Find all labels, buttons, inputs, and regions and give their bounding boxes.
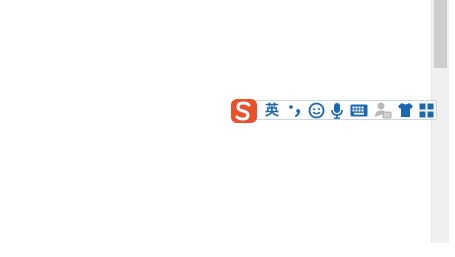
ime-toolbar: 英 — [230, 98, 437, 124]
scrollbar-thumb[interactable] — [434, 0, 447, 68]
keyboard-icon[interactable] — [348, 100, 370, 120]
skin-icon[interactable] — [395, 100, 415, 120]
user-account-icon[interactable] — [373, 100, 393, 120]
language-toggle[interactable]: 英 — [262, 100, 282, 120]
language-label: 英 — [265, 103, 279, 119]
microphone-icon[interactable] — [328, 100, 346, 120]
emoji-icon[interactable] — [306, 100, 326, 120]
toolbox-icon[interactable] — [417, 100, 435, 120]
punctuation-icon[interactable] — [284, 100, 306, 120]
sogou-logo-icon[interactable] — [230, 98, 258, 124]
